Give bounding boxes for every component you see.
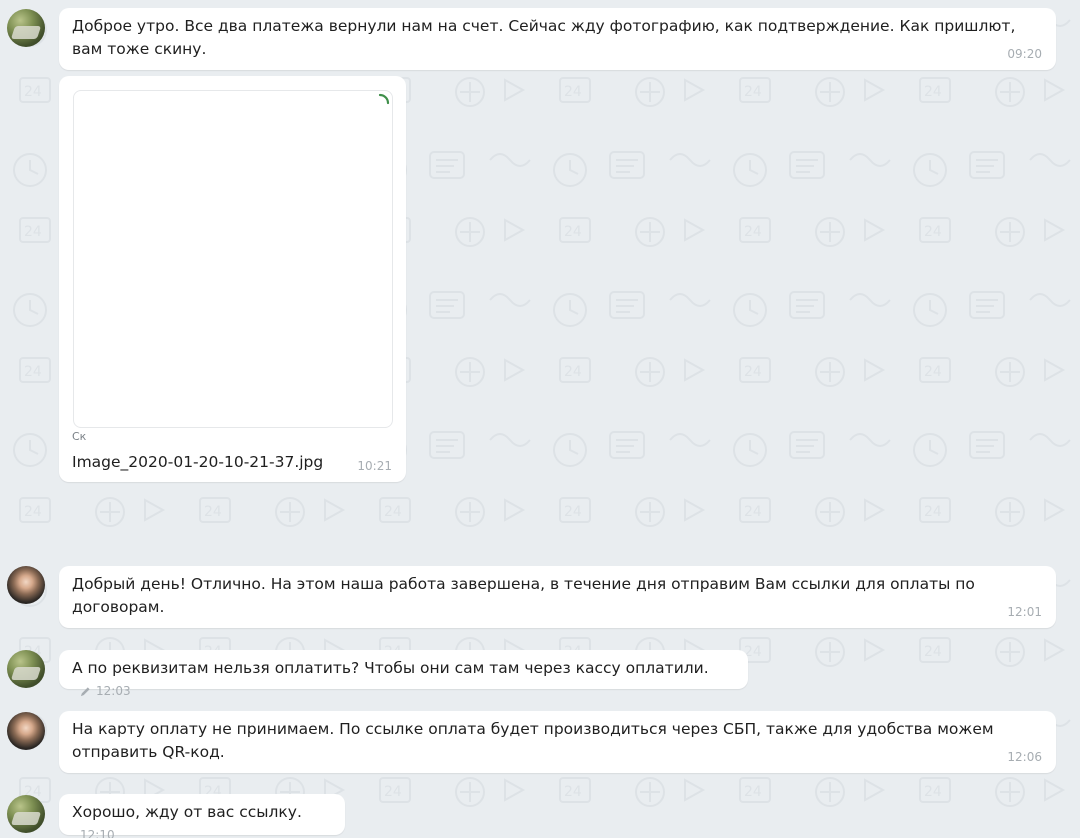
message-bubble[interactable]: Доброе утро. Все два платежа вернули нам… xyxy=(59,8,1056,70)
message-meta: 12:03 xyxy=(80,680,131,703)
message-text: На карту оплату не принимаем. По ссылке … xyxy=(72,720,994,761)
message-time: 12:03 xyxy=(96,684,131,698)
message-bubble[interactable]: Добрый день! Отлично. На этом наша работ… xyxy=(59,566,1056,628)
message-time: 09:20 xyxy=(1007,47,1042,61)
message-time: 12:10 xyxy=(80,828,115,838)
avatar[interactable] xyxy=(7,795,45,833)
message-text: Хорошо, жду от вас ссылку. xyxy=(72,803,302,821)
message-text: Добрый день! Отлично. На этом наша работ… xyxy=(72,575,975,616)
image-preview[interactable] xyxy=(73,90,393,428)
pencil-icon xyxy=(80,687,90,697)
message-bubble[interactable]: Хорошо, жду от вас ссылку. 12:10 xyxy=(59,794,345,838)
loading-spinner-icon xyxy=(378,93,390,105)
message-text: А по реквизитам нельзя оплатить? Чтобы о… xyxy=(72,659,709,677)
avatar[interactable] xyxy=(7,650,45,688)
message-text: Доброе утро. Все два платежа вернули нам… xyxy=(72,17,1016,58)
message-time: 12:06 xyxy=(1007,750,1042,764)
message-row: Хорошо, жду от вас ссылку. 12:10 xyxy=(72,801,332,838)
message-time: 10:21 xyxy=(357,459,392,473)
image-filename[interactable]: Image_2020-01-20-10-21-37.jpg xyxy=(72,453,323,471)
avatar[interactable] xyxy=(7,712,45,750)
message-row: А по реквизитам нельзя оплатить? Чтобы о… xyxy=(72,657,735,705)
image-caption: Ск xyxy=(72,430,87,443)
message-bubble[interactable]: А по реквизитам нельзя оплатить? Чтобы о… xyxy=(59,650,748,698)
message-meta: 12:10 xyxy=(80,824,115,838)
avatar[interactable] xyxy=(7,566,45,604)
avatar[interactable] xyxy=(7,9,45,47)
message-time: 12:01 xyxy=(1007,605,1042,619)
message-bubble[interactable]: На карту оплату не принимаем. По ссылке … xyxy=(59,711,1056,773)
image-message-bubble[interactable]: Ск Image_2020-01-20-10-21-37.jpg 10:21 xyxy=(59,76,406,482)
